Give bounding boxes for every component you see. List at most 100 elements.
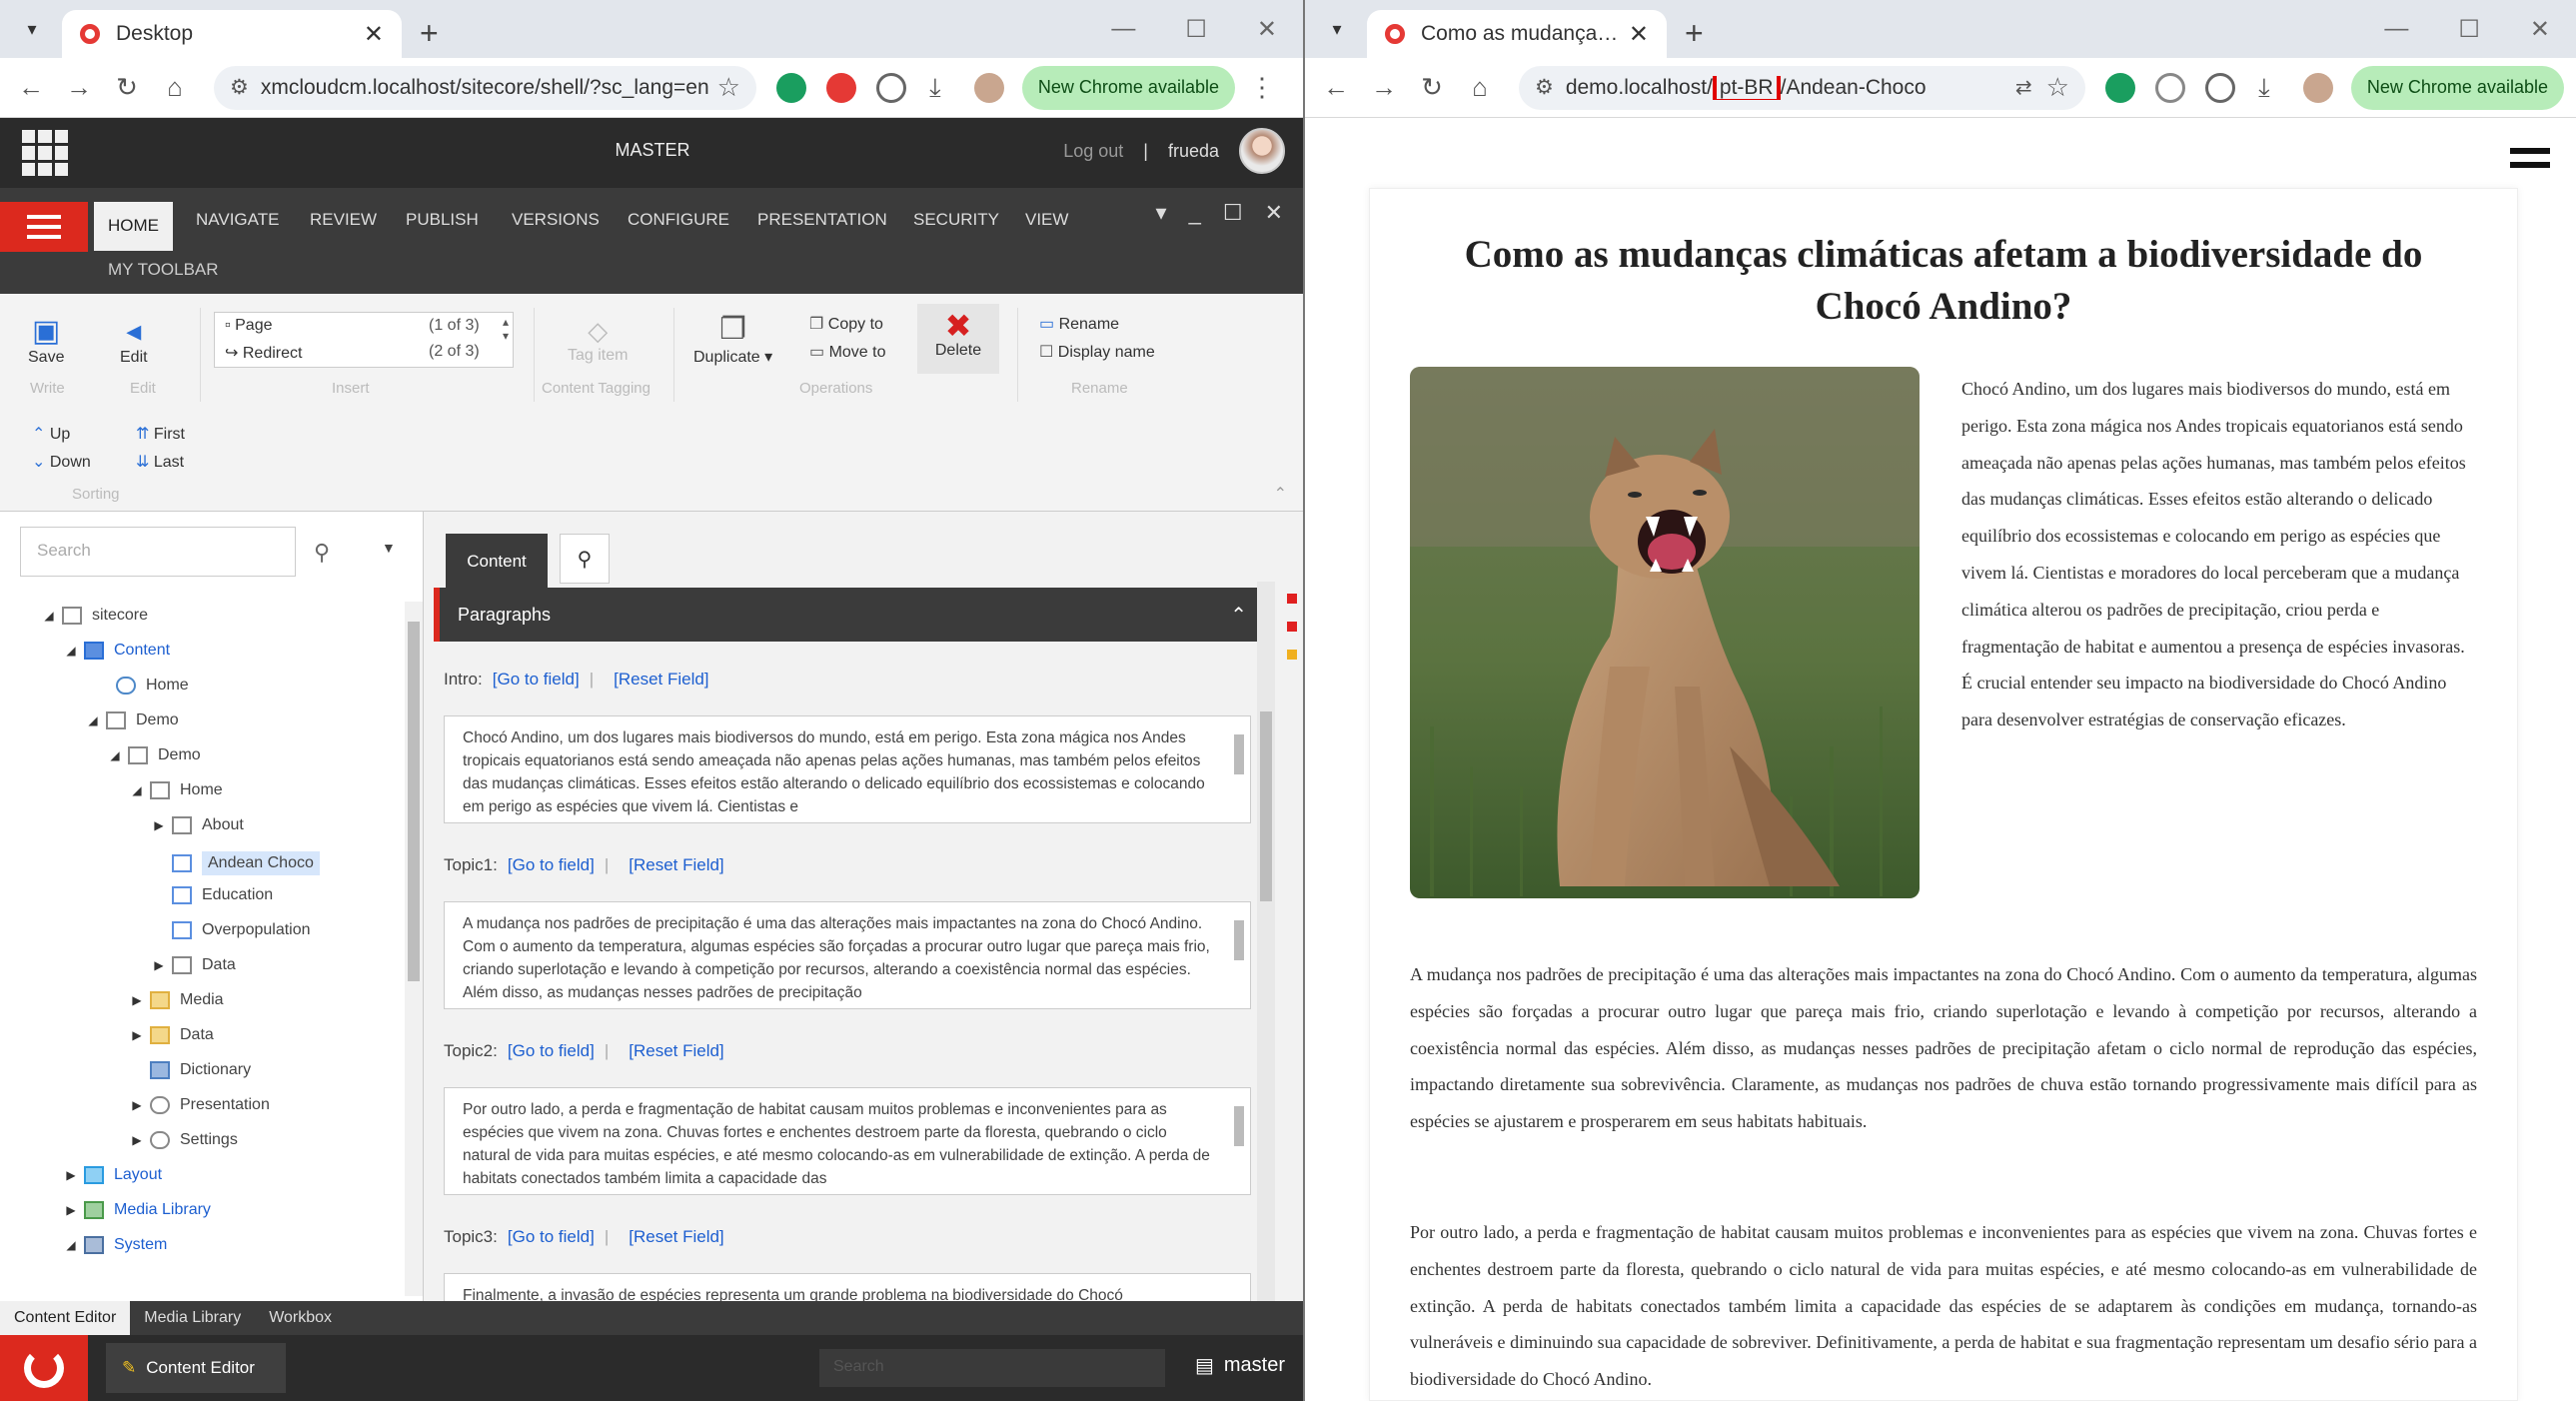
site-settings-icon[interactable]: ⚙ (1535, 75, 1554, 100)
maximize-icon[interactable]: ☐ (1185, 15, 1207, 44)
minimize-icon[interactable]: — (1111, 15, 1135, 44)
extension-icon[interactable] (775, 72, 806, 103)
reset-field-link[interactable]: [Reset Field] (629, 1227, 723, 1246)
content-editor-button[interactable]: ✎ Content Editor (106, 1343, 286, 1393)
tab-view[interactable]: VIEW (1025, 210, 1068, 230)
maximize-icon[interactable]: ☐ (1223, 200, 1243, 226)
field-textarea[interactable]: A mudança nos padrões de precipitação é … (444, 901, 1251, 1009)
editor-scrollbar[interactable] (1257, 582, 1275, 1301)
tree-item-education[interactable]: Education (150, 886, 273, 904)
tab-home[interactable]: HOME (94, 202, 173, 251)
hamburger-menu-icon[interactable] (2510, 148, 2550, 168)
tree-item-sitecore[interactable]: ◢ sitecore (40, 607, 148, 625)
search-dropdown-icon[interactable]: ▼ (382, 540, 396, 556)
search-input[interactable]: Search (20, 527, 296, 577)
tree-item-layout[interactable]: ▶ Layout (62, 1166, 162, 1184)
tree-item-about[interactable]: ▶ About (150, 816, 244, 834)
collapse-section-icon[interactable]: ⌃ (1230, 603, 1247, 628)
copy-to-button[interactable]: ❐ Copy to (809, 314, 883, 334)
go-to-field-link[interactable]: [Go to field] (508, 1227, 595, 1246)
collapse-ribbon-icon[interactable]: ⌃ (1274, 484, 1287, 504)
sort-up-button[interactable]: ⌃ Up (32, 424, 70, 444)
tree-item-settings[interactable]: ▶ Settings (128, 1131, 238, 1149)
maximize-icon[interactable]: ☐ (2458, 15, 2480, 44)
tab-configure[interactable]: CONFIGURE (628, 210, 729, 230)
forward-icon[interactable]: → (60, 69, 98, 107)
browser-tab-desktop[interactable]: Desktop ✕ (62, 10, 402, 58)
save-button[interactable]: ▣ Save (28, 314, 64, 367)
taskbar-search-input[interactable]: Search (819, 1349, 1165, 1387)
extension-icon[interactable] (2104, 72, 2135, 103)
extension-icon[interactable] (2154, 72, 2185, 103)
extensions-puzzle-icon[interactable] (875, 72, 906, 103)
bookmark-star-icon[interactable]: ☆ (717, 72, 740, 103)
tab-search-icon[interactable]: ▾ (10, 7, 54, 51)
reload-icon[interactable]: ↻ (1413, 69, 1451, 107)
profile-avatar-icon[interactable] (2302, 72, 2333, 103)
tree-item-dictionary[interactable]: Dictionary (128, 1061, 251, 1079)
tab-navigate[interactable]: NAVIGATE (196, 210, 279, 230)
field-textarea[interactable]: Por outro lado, a perda e fragmentação d… (444, 1087, 1251, 1195)
go-to-field-link[interactable]: [Go to field] (508, 1041, 595, 1060)
bookmark-star-icon[interactable]: ☆ (2046, 72, 2069, 103)
home-icon[interactable]: ⌂ (1461, 69, 1499, 107)
home-icon[interactable]: ⌂ (156, 69, 194, 107)
back-icon[interactable]: ← (12, 69, 50, 107)
tab-search-icon[interactable]: ▾ (1315, 7, 1359, 51)
download-icon[interactable]: ⤓ (916, 69, 954, 107)
tree-item-media-library[interactable]: ▶ Media Library (62, 1201, 211, 1219)
sort-down-button[interactable]: ⌄ Down (32, 452, 91, 472)
content-tab[interactable]: Content (446, 534, 548, 590)
insert-scroll-icon[interactable]: ▴ ▾ (503, 315, 509, 343)
profile-avatar-icon[interactable] (973, 72, 1004, 103)
translate-icon[interactable]: ⇄ (2015, 75, 2032, 100)
tree-item-presentation[interactable]: ▶ Presentation (128, 1096, 270, 1114)
tab-publish[interactable]: PUBLISH (406, 210, 479, 230)
rename-button[interactable]: ▭ Rename (1039, 314, 1119, 334)
tree-item-home[interactable]: Home (94, 677, 189, 695)
new-tab-icon[interactable]: + (1685, 15, 1704, 52)
tab-workbox[interactable]: Workbox (255, 1301, 346, 1335)
sitecore-logo-icon[interactable] (0, 1335, 88, 1401)
reset-field-link[interactable]: [Reset Field] (629, 1041, 723, 1060)
hamburger-menu-icon[interactable] (0, 202, 88, 252)
chrome-menu-icon[interactable]: ⋮ (1243, 69, 1281, 107)
extension-icon[interactable] (825, 72, 856, 103)
tab-review[interactable]: REVIEW (310, 210, 377, 230)
address-bar[interactable]: ⚙ demo.localhost/pt-BR/Andean-Choco ⇄ ☆ (1519, 65, 2085, 110)
close-tab-icon[interactable]: ✕ (1629, 20, 1649, 49)
new-chrome-button[interactable]: New Chrome available (2350, 65, 2564, 110)
tab-presentation[interactable]: PRESENTATION (757, 210, 887, 230)
tab-content-editor[interactable]: Content Editor (0, 1301, 131, 1335)
tree-item-data[interactable]: ▶ Data (150, 956, 236, 974)
tree-item-system[interactable]: ◢ System (62, 1236, 167, 1254)
tree-item-demo[interactable]: ◢ Demo (84, 711, 179, 729)
search-icon[interactable]: ⚲ (314, 540, 330, 566)
delete-button[interactable]: ✖ Delete (917, 304, 999, 374)
reload-icon[interactable]: ↻ (108, 69, 146, 107)
tab-media-library[interactable]: Media Library (130, 1301, 255, 1335)
back-icon[interactable]: ← (1317, 69, 1355, 107)
go-to-field-link[interactable]: [Go to field] (508, 855, 595, 874)
tree-item-andean-choco[interactable]: Andean Choco (150, 851, 320, 875)
edit-button[interactable]: ◂ Edit (120, 314, 148, 367)
go-to-field-link[interactable]: [Go to field] (493, 670, 580, 689)
close-window-icon[interactable]: ✕ (1257, 15, 1277, 44)
new-tab-icon[interactable]: + (420, 15, 439, 52)
site-settings-icon[interactable]: ⚙ (230, 75, 249, 100)
tag-item-button[interactable]: ◇ Tag item (568, 316, 628, 365)
close-tab-icon[interactable]: ✕ (364, 20, 384, 49)
insert-redirect-option[interactable]: ↪ Redirect (225, 343, 302, 363)
close-icon[interactable]: ✕ (1265, 200, 1283, 226)
tree-item-demo-site[interactable]: ◢ Demo (106, 746, 201, 764)
section-header[interactable]: Paragraphs ⌃ (434, 588, 1265, 642)
tree-item-data-root[interactable]: ▶ Data (128, 1026, 214, 1044)
move-to-button[interactable]: ▭ Move to (809, 342, 886, 362)
sort-first-button[interactable]: ⇈ First (136, 424, 185, 444)
download-icon[interactable]: ⤓ (2245, 69, 2283, 107)
close-window-icon[interactable]: ✕ (2530, 15, 2550, 44)
extensions-puzzle-icon[interactable] (2204, 72, 2235, 103)
reset-field-link[interactable]: [Reset Field] (614, 670, 708, 689)
tree-scrollbar[interactable] (405, 602, 423, 1296)
ribbon-dropdown-icon[interactable]: ▾ (1156, 200, 1167, 226)
